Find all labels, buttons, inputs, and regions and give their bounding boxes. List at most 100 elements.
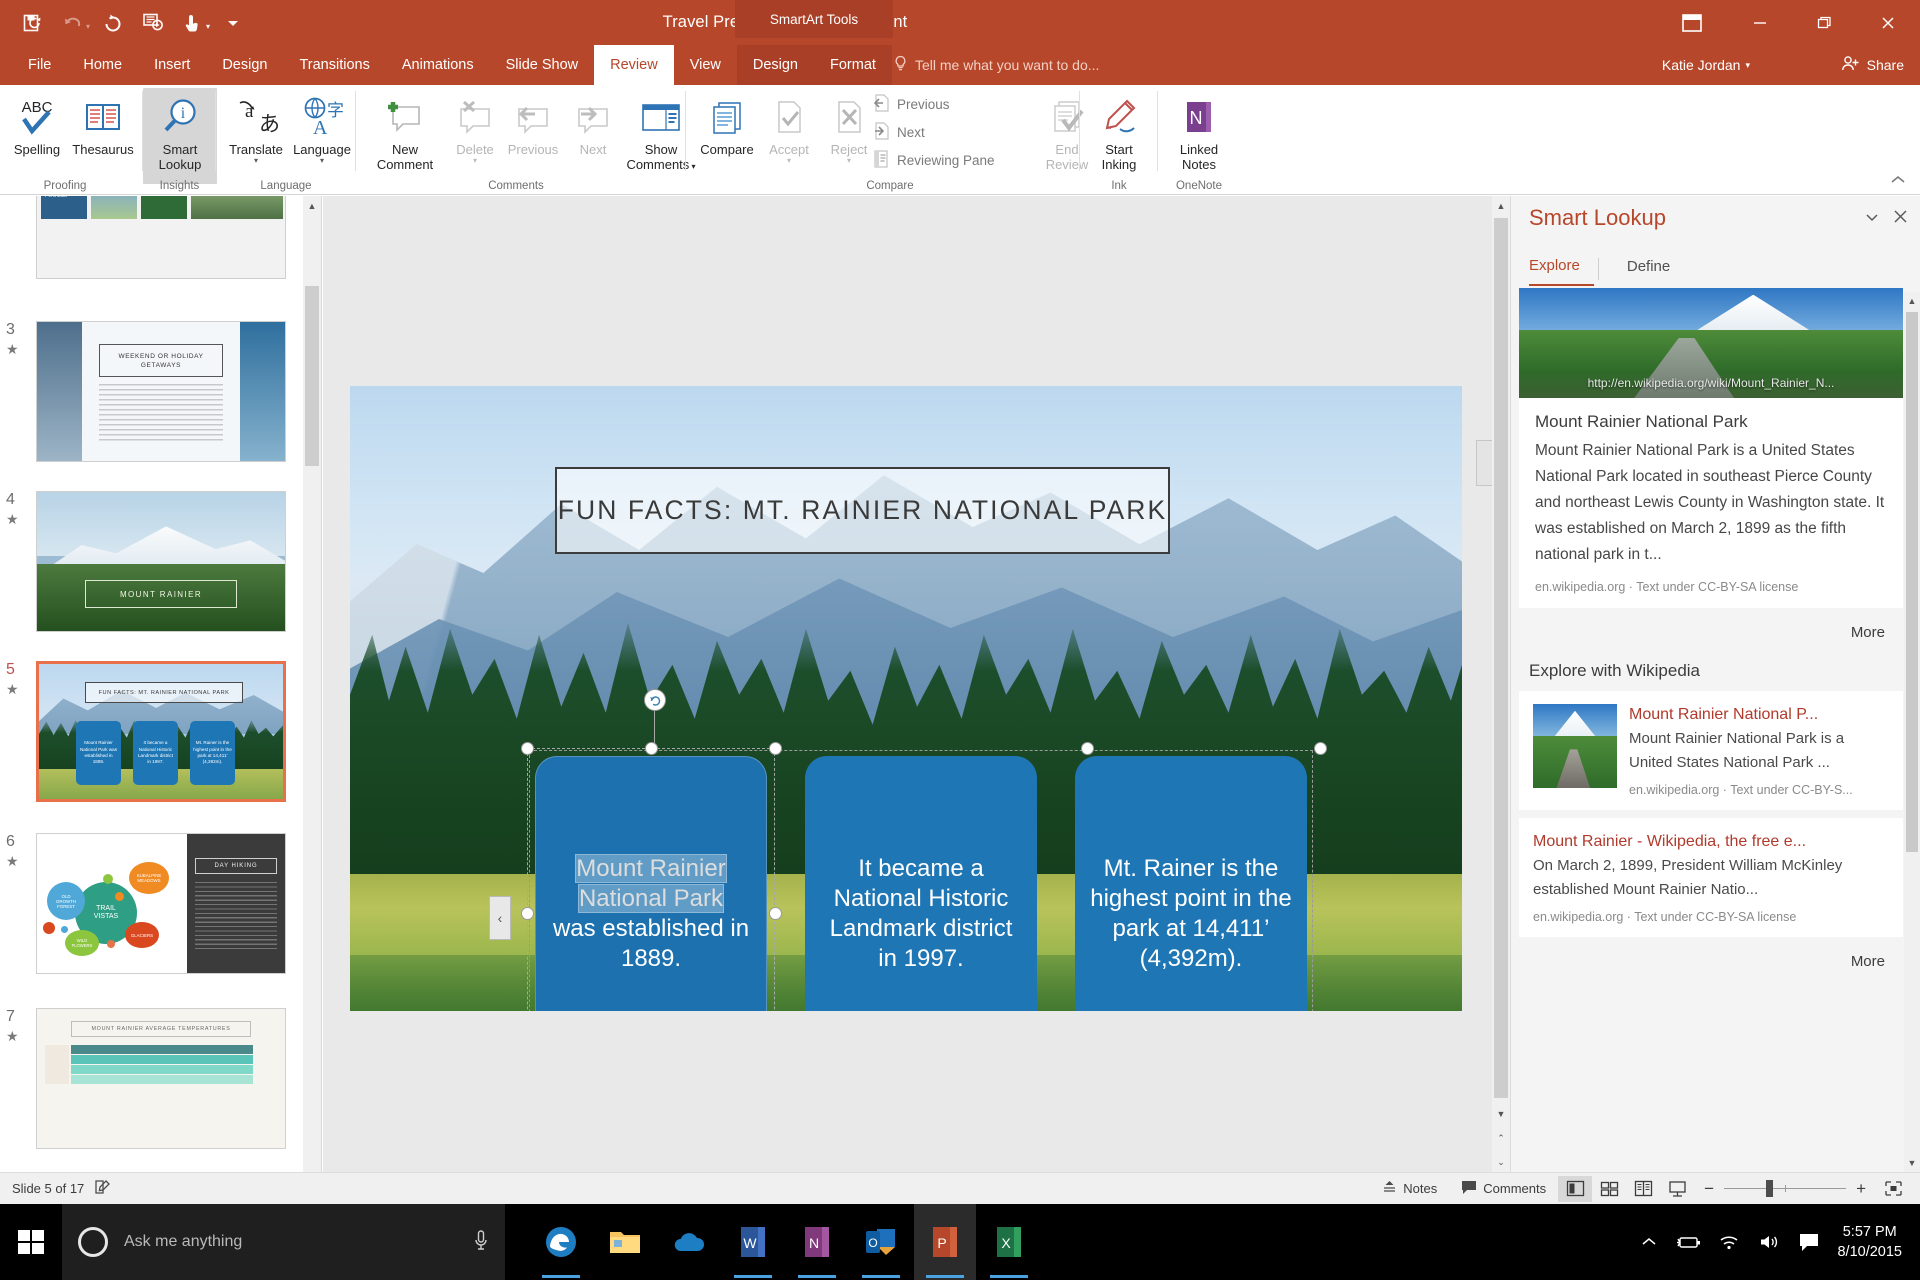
tab-smartart-format[interactable]: Format [814,45,892,85]
chevron-down-icon[interactable]: ▾ [320,157,324,165]
tab-define[interactable]: Define [1603,252,1684,285]
show-hidden-icons-chevron[interactable] [1629,1204,1669,1280]
rotate-handle[interactable] [644,689,666,711]
touch-mode-icon[interactable]: ▾ [174,4,212,42]
collapse-ribbon-icon[interactable] [1890,174,1906,189]
thumbnail-slide-6[interactable]: 6 ★ DAY HIKING TRAIL VISTAS OLD GROWTH FORE… [6,833,286,974]
tab-slide-show[interactable]: Slide Show [490,45,595,85]
smartart-text-pane-toggle[interactable]: ‹ [489,896,511,940]
more-link-top[interactable]: More [1519,616,1903,651]
volume-icon[interactable] [1749,1204,1789,1280]
slide-thumbnail-pane[interactable]: Olympic Peninsula Mount Rainier 3 ★ WEEK… [0,196,322,1204]
reading-view-button[interactable] [1626,1176,1660,1202]
result-item-2[interactable]: Mount Rainier - Wikipedia, the free e...… [1519,818,1903,937]
start-inking-button[interactable]: Start Inking [1082,88,1156,172]
action-center-icon[interactable] [1789,1204,1829,1280]
tab-explore[interactable]: Explore [1529,251,1594,286]
scroll-down-arrow[interactable]: ▼ [1904,1154,1920,1172]
more-link-bottom[interactable]: More [1519,945,1903,980]
thesaurus-button[interactable]: Thesaurus [66,88,140,157]
spelling-button[interactable]: ABC Spelling [0,88,74,157]
smart-lookup-button[interactable]: i Smart Lookup [143,88,217,184]
file-explorer-icon[interactable] [594,1204,656,1280]
scroll-up-arrow[interactable]: ▲ [303,196,321,216]
tab-animations[interactable]: Animations [386,45,490,85]
chevron-down-icon[interactable]: ▾ [254,157,258,165]
thumbnail-slide-2[interactable]: Olympic Peninsula Mount Rainier [36,196,286,279]
powerpoint-icon[interactable]: P [914,1204,976,1280]
wifi-icon[interactable] [1709,1204,1749,1280]
onenote-icon[interactable]: N [786,1204,848,1280]
result-title[interactable]: Mount Rainier National P... [1629,704,1889,725]
new-comment-button[interactable]: New Comment [368,88,442,172]
chevron-down-icon[interactable]: ▾ [473,157,477,165]
resize-handle-w[interactable] [521,907,534,920]
restore-button[interactable] [1792,0,1856,45]
fit-slide-to-window-icon[interactable] [1876,1176,1910,1202]
resize-handle-ne[interactable] [769,742,782,755]
chevron-down-icon[interactable]: ▾ [847,157,851,165]
share-button[interactable]: Share [1841,45,1904,85]
cortana-search-box[interactable]: Ask me anything [62,1204,505,1280]
onedrive-icon[interactable] [658,1204,720,1280]
undo-icon[interactable]: ▾ [54,4,92,42]
slide-scrollbar[interactable]: ▲ ▼ ⌃ ⌄ [1492,196,1510,1204]
smartart-card-3[interactable]: Mt. Rainer is the highest point in the p… [1075,756,1307,1011]
pane-splitter-handle[interactable] [1476,440,1493,486]
result-item-1[interactable]: Mount Rainier National P... Mount Rainie… [1519,691,1903,810]
zoom-in-button[interactable]: + [1856,1179,1866,1199]
excel-icon[interactable]: X [978,1204,1040,1280]
notes-button[interactable]: Notes [1370,1180,1449,1197]
note-flag-icon[interactable] [94,1179,111,1198]
tab-smartart-design[interactable]: Design [736,45,814,85]
scroll-down-arrow[interactable]: ▼ [1492,1104,1510,1124]
smart-lookup-scrollbar[interactable]: ▲ ▼ [1904,292,1920,1172]
chevron-down-icon[interactable]: ▾ [206,22,210,31]
smartart-card-1[interactable]: Mount Rainier National Park was establis… [521,689,782,1011]
slide-title-placeholder[interactable]: FUN FACTS: MT. RAINIER NATIONAL PARK [555,467,1170,554]
thumbnail-slide-5[interactable]: 5 ★ FUN FACTS: MT. RAINIER NATIONAL PARK… [6,661,286,802]
smartart-card-2[interactable]: It became a National Historic Landmark d… [805,756,1037,1011]
account-menu[interactable]: Katie Jordan ▾ [1662,45,1750,85]
save-icon[interactable] [14,4,52,42]
thumbnail-slide-7[interactable]: 7 ★ MOUNT RAINIER AVERAGE TEMPERATURES [6,1008,286,1149]
windows-start-icon[interactable] [0,1204,62,1280]
language-button[interactable]: A字 Language ▾ [285,88,359,165]
thumbnail-slide-3[interactable]: 3 ★ WEEKEND OR HOLIDAY GETAWAYS [6,321,286,462]
tab-design[interactable]: Design [206,45,283,85]
outlook-icon[interactable]: O [850,1204,912,1280]
previous-change-button[interactable]: Previous [872,92,950,116]
microphone-icon[interactable] [473,1229,489,1256]
slide-sorter-view-button[interactable] [1592,1176,1626,1202]
redo-icon[interactable] [94,4,132,42]
zoom-control[interactable]: − + [1694,1179,1876,1199]
next-slide-button[interactable]: ⌄ [1492,1152,1510,1172]
tab-transitions[interactable]: Transitions [283,45,385,85]
ribbon-display-options-icon[interactable] [1669,0,1715,45]
normal-view-button[interactable] [1558,1175,1593,1202]
close-button[interactable] [1856,0,1920,45]
resize-handle-n[interactable] [645,742,658,755]
minimize-button[interactable] [1728,0,1792,45]
next-comment-button[interactable]: Next [556,88,630,157]
word-icon[interactable]: W [722,1204,784,1280]
smartart-graphic[interactable]: Mount Rainier National Park was establis… [489,689,1327,1011]
thumbnail-slide-4[interactable]: 4 ★ MOUNT RAINIER [6,491,286,632]
comments-button[interactable]: Comments [1449,1180,1558,1197]
entity-card[interactable]: http://en.wikipedia.org/wiki/Mount_Raini… [1519,288,1903,608]
scrollbar-thumb[interactable] [305,286,319,466]
thumbnail-scrollbar[interactable]: ▲ ▼ [303,196,321,1204]
show-comments-button[interactable]: Show Comments ▾ [624,88,698,174]
customize-qat-icon[interactable] [214,4,252,42]
reviewing-pane-button[interactable]: Reviewing Pane [872,148,995,172]
group-handle-ne[interactable] [1314,742,1327,755]
tab-file[interactable]: File [12,45,67,85]
group-handle-n[interactable] [1081,742,1094,755]
result-title[interactable]: Mount Rainier - Wikipedia, the free e... [1533,831,1889,852]
linked-notes-button[interactable]: N Linked Notes [1162,88,1236,172]
zoom-out-button[interactable]: − [1704,1179,1714,1199]
chevron-down-icon[interactable]: ▾ [86,22,90,31]
next-change-button[interactable]: Next [872,120,925,144]
zoom-slider-thumb[interactable] [1766,1180,1774,1197]
tell-me-search[interactable]: Tell me what you want to do... [893,45,1099,85]
